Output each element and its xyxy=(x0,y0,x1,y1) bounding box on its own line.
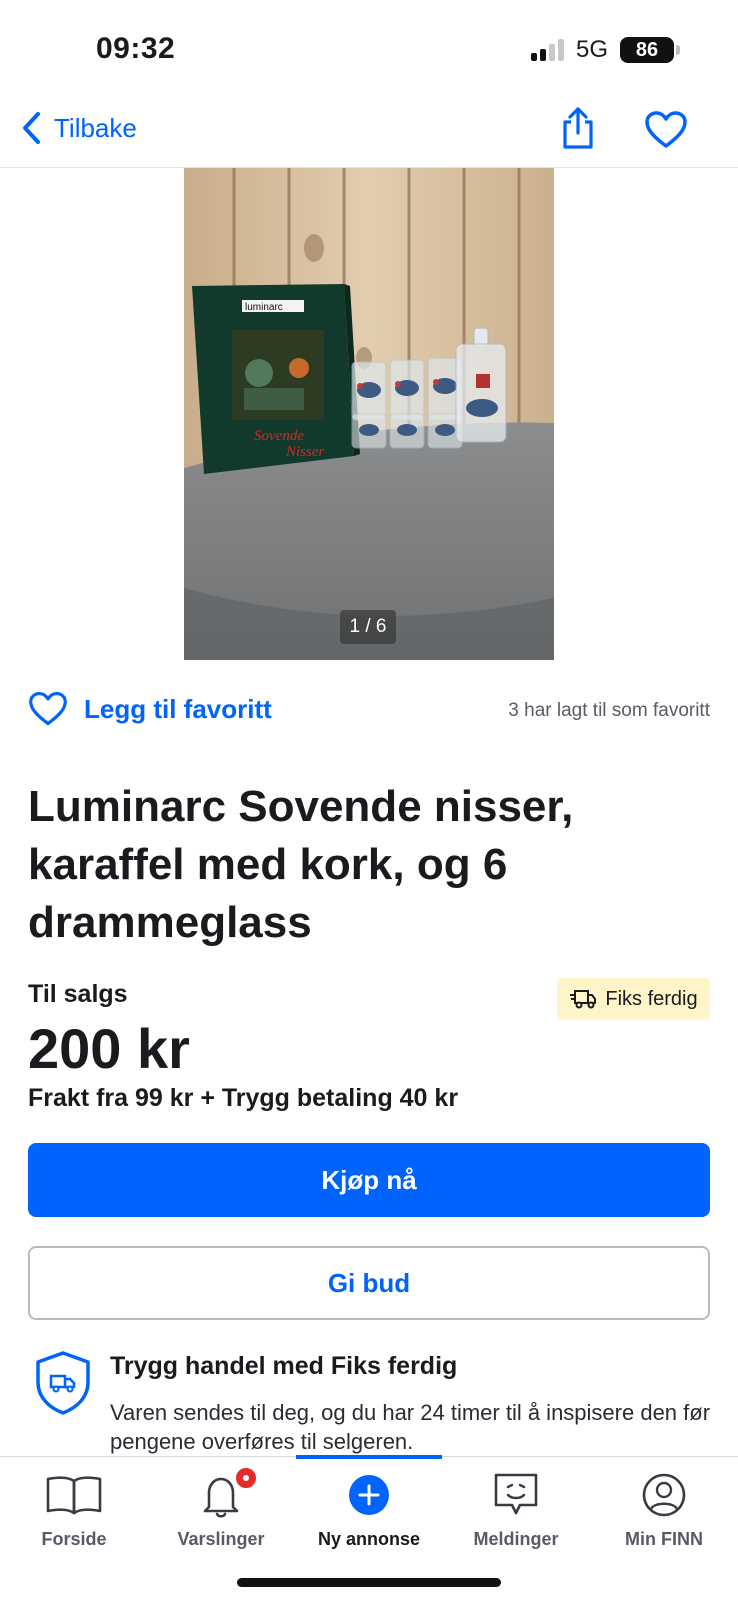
chat-icon xyxy=(494,1473,538,1515)
badge-label: Fiks ferdig xyxy=(605,987,698,1010)
share-icon[interactable] xyxy=(558,106,598,150)
plus-circle-icon xyxy=(349,1475,389,1515)
tab-label: Forside xyxy=(41,1529,107,1549)
tab-forside[interactable]: Forside xyxy=(4,1469,144,1559)
heart-icon[interactable] xyxy=(644,110,688,150)
photo-counter: 1 / 6 xyxy=(340,610,396,644)
price: 200 kr xyxy=(28,1017,190,1080)
fiks-ferdig-badge: Fiks ferdig xyxy=(557,978,710,1020)
home-indicator xyxy=(237,1578,501,1587)
tab-label: Varslinger xyxy=(177,1529,265,1549)
tab-varslinger[interactable]: Varslinger xyxy=(151,1465,291,1559)
tab-ny-annonse[interactable]: Ny annonse xyxy=(299,1469,439,1559)
signal-icon xyxy=(530,39,564,61)
product-photo[interactable]: luminarc Sovende Nisser xyxy=(184,168,554,660)
back-button[interactable]: Tilbake xyxy=(20,110,137,146)
tab-label: Min FINN xyxy=(625,1529,703,1549)
tab-min-finn[interactable]: Min FINN xyxy=(594,1469,734,1559)
status-time: 09:32 xyxy=(96,32,176,65)
buy-now-button[interactable]: Kjøp nå xyxy=(28,1143,710,1217)
add-favorite-label: Legg til favoritt xyxy=(84,693,272,724)
add-favorite-button[interactable]: Legg til favoritt xyxy=(28,690,272,728)
shipping-info: Frakt fra 99 kr + Trygg betaling 40 kr xyxy=(28,1084,459,1112)
safe-trade-title: Trygg handel med Fiks ferdig xyxy=(110,1352,458,1380)
sale-type: Til salgs xyxy=(28,980,128,1008)
profile-icon xyxy=(642,1473,686,1517)
place-bid-button[interactable]: Gi bud xyxy=(28,1246,710,1320)
network-type: 5G xyxy=(575,36,608,63)
tab-label: Meldinger xyxy=(473,1529,559,1549)
tab-label: Ny annonse xyxy=(317,1529,421,1549)
delivery-truck-icon xyxy=(570,990,597,1009)
tab-meldinger[interactable]: Meldinger xyxy=(446,1469,586,1559)
back-label: Tilbake xyxy=(54,112,137,143)
status-bar: 09:32 5G 86 xyxy=(0,0,738,100)
favorite-row: Legg til favoritt 3 har lagt til som fav… xyxy=(28,690,710,734)
battery-icon: 86 xyxy=(620,37,680,63)
notification-badge xyxy=(233,1465,259,1491)
battery-level: 86 xyxy=(635,38,659,61)
chevron-left-icon xyxy=(23,112,40,144)
box-brand-text: luminarc xyxy=(245,302,283,313)
product-image: luminarc Sovende Nisser xyxy=(184,168,554,660)
listing-title: Luminarc Sovende nisser, karaffel med ko… xyxy=(28,782,574,947)
status-indicators: 5G 86 xyxy=(530,36,680,64)
box-title-line2: Nisser xyxy=(285,444,325,460)
heart-outline-icon xyxy=(29,691,67,726)
navigation-bar: Tilbake xyxy=(0,100,738,168)
shield-truck-icon xyxy=(36,1351,90,1415)
active-tab-indicator xyxy=(296,1455,442,1459)
safe-trade-info: Trygg handel med Fiks ferdig Varen sende… xyxy=(28,1348,710,1458)
favorite-count: 3 har lagt til som favoritt xyxy=(508,700,710,721)
safe-trade-text: Varen sendes til deg, og du har 24 timer… xyxy=(110,1400,711,1454)
box-title-line1: Sovende xyxy=(254,428,304,444)
book-icon xyxy=(46,1476,102,1515)
